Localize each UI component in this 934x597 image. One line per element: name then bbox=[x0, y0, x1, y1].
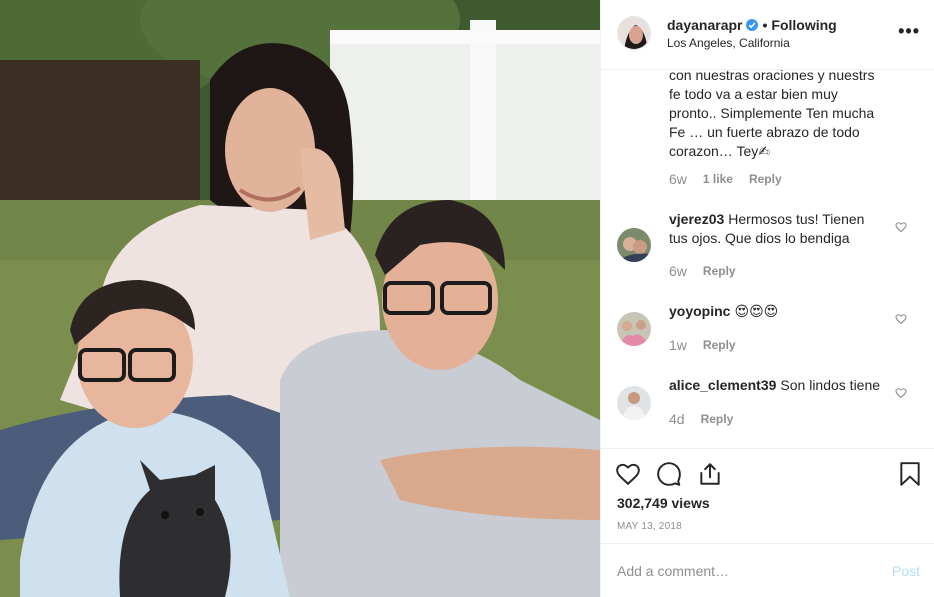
comment-age[interactable]: 6w bbox=[669, 263, 687, 279]
comment-meta: 6w Reply bbox=[669, 263, 752, 279]
post-location[interactable]: Los Angeles, California bbox=[667, 36, 790, 50]
comment-username[interactable]: vjerez03 bbox=[669, 211, 724, 227]
comments-list[interactable]: con nuestras oraciones y nuestrs fe todo… bbox=[601, 70, 934, 448]
like-comment-heart-icon[interactable] bbox=[895, 387, 907, 399]
comment-text-block: alice_clement39 Son lindos tiene bbox=[669, 376, 884, 395]
comment-bubble-icon[interactable] bbox=[656, 461, 682, 487]
commenter-avatar[interactable] bbox=[617, 228, 651, 262]
post-date[interactable]: MAY 13, 2018 bbox=[617, 521, 682, 532]
author-username[interactable]: dayanarapr bbox=[667, 17, 742, 33]
post-header: dayanarapr • Following Los Angeles, Cali… bbox=[601, 0, 934, 70]
add-comment-input[interactable] bbox=[617, 560, 867, 582]
caption-text: con nuestras oraciones y nuestrs fe todo… bbox=[669, 70, 875, 159]
commenter-avatar[interactable] bbox=[617, 386, 651, 420]
post-comment-button[interactable]: Post bbox=[892, 563, 920, 579]
save-bookmark-icon[interactable] bbox=[897, 461, 923, 487]
like-comment-heart-icon[interactable] bbox=[895, 313, 907, 325]
post-sidebar: dayanarapr • Following Los Angeles, Cali… bbox=[600, 0, 934, 597]
comment-text: 😍😍😍 bbox=[734, 303, 779, 319]
share-icon[interactable] bbox=[697, 461, 723, 487]
comment-reply-button[interactable]: Reply bbox=[701, 412, 734, 426]
comment-meta: 4d Reply bbox=[669, 411, 749, 427]
post-photo[interactable] bbox=[0, 0, 600, 597]
instagram-post-modal: dayanarapr • Following Los Angeles, Cali… bbox=[0, 0, 934, 597]
caption-age[interactable]: 6w bbox=[669, 171, 687, 187]
comment-age[interactable]: 1w bbox=[669, 337, 687, 353]
like-comment-heart-icon[interactable] bbox=[895, 221, 907, 233]
comment-text: Son lindos tiene bbox=[780, 377, 881, 393]
comment-username[interactable]: yoyopinc bbox=[669, 303, 730, 319]
commenter-avatar-image bbox=[617, 228, 651, 262]
following-button[interactable]: Following bbox=[771, 17, 836, 33]
commenter-avatar[interactable] bbox=[617, 312, 651, 346]
post-actions: 302,749 views MAY 13, 2018 bbox=[601, 448, 934, 532]
comment-text-block: yoyopinc 😍😍😍 bbox=[669, 302, 884, 321]
comment-age[interactable]: 4d bbox=[669, 411, 685, 427]
author-avatar[interactable] bbox=[617, 16, 651, 50]
comment-meta: 1w Reply bbox=[669, 337, 752, 353]
commenter-avatar-image bbox=[617, 312, 651, 346]
commenter-avatar-image bbox=[617, 386, 651, 420]
comment-reply-button[interactable]: Reply bbox=[703, 338, 736, 352]
header-user-line: dayanarapr • Following bbox=[667, 17, 837, 33]
view-count[interactable]: 302,749 views bbox=[617, 495, 710, 511]
comment-reply-button[interactable]: Reply bbox=[703, 264, 736, 278]
comment-text-block: vjerez03 Hermosos tus! Tienen tus ojos. Q… bbox=[669, 210, 884, 248]
like-heart-icon[interactable] bbox=[615, 461, 641, 487]
caption-meta: 6w 1 like Reply bbox=[669, 171, 798, 187]
author-avatar-image bbox=[618, 17, 650, 49]
caption-reply-button[interactable]: Reply bbox=[749, 172, 782, 186]
caption-likes[interactable]: 1 like bbox=[703, 172, 733, 186]
verified-badge-icon bbox=[746, 19, 759, 31]
family-photo-image bbox=[0, 0, 600, 597]
add-comment-bar: Post bbox=[601, 543, 934, 597]
more-options-icon[interactable]: ••• bbox=[898, 22, 920, 40]
header-separator: • bbox=[762, 17, 768, 33]
comment-username[interactable]: alice_clement39 bbox=[669, 377, 776, 393]
